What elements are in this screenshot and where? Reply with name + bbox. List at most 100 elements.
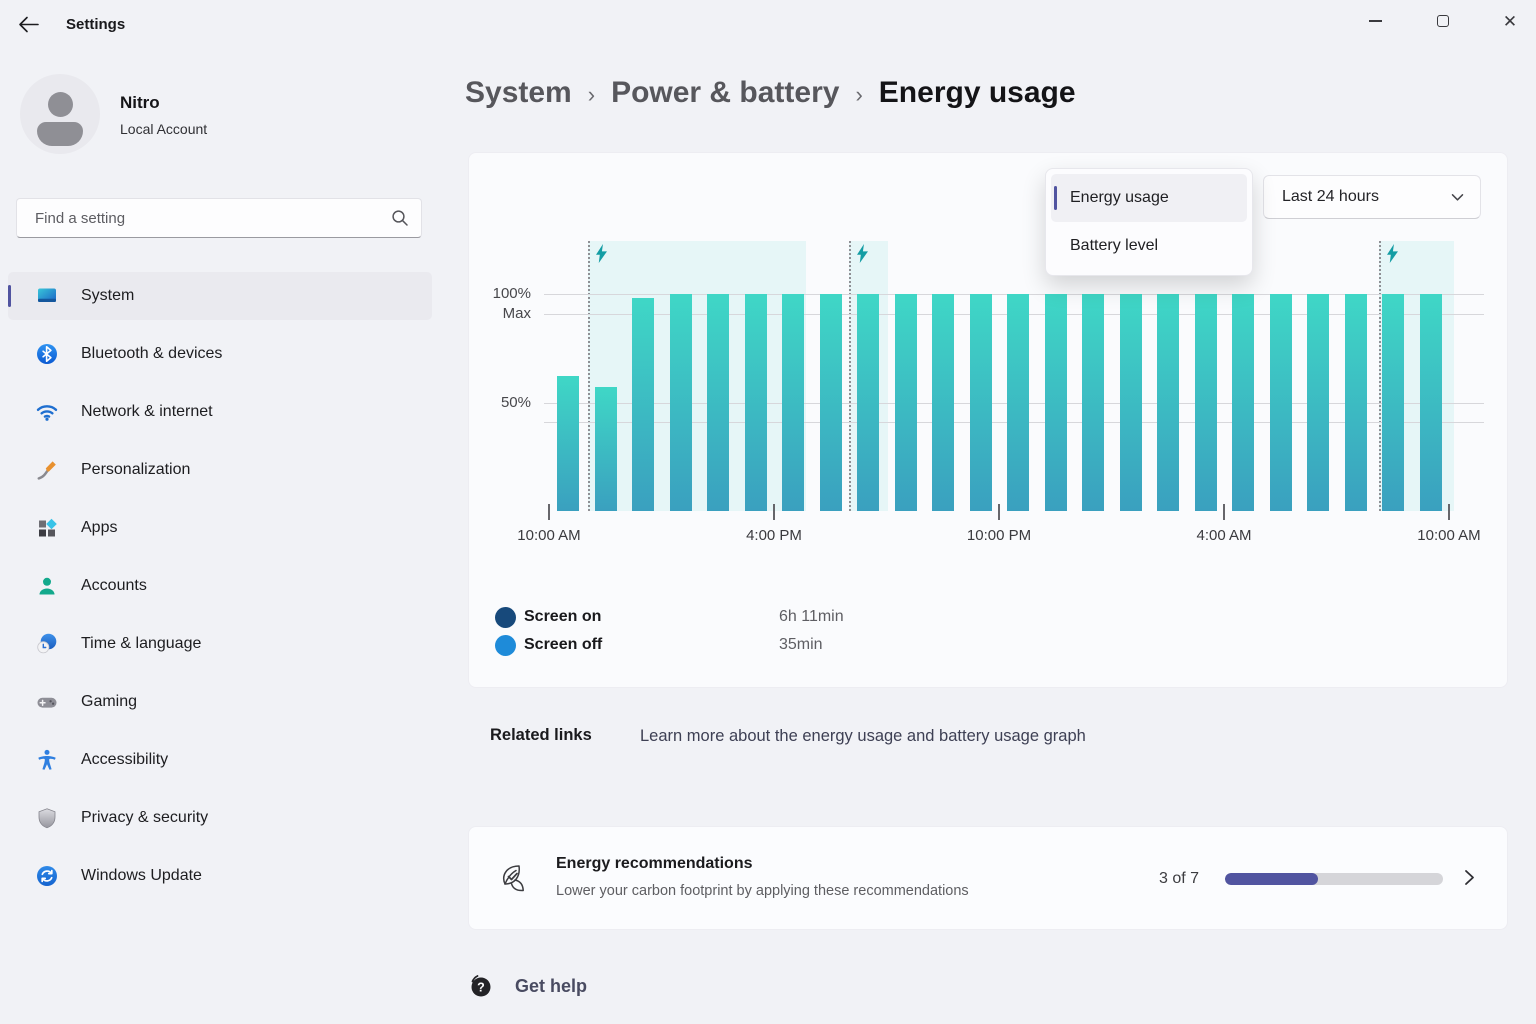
system-icon <box>35 284 59 308</box>
menu-item-label: Battery level <box>1070 237 1158 255</box>
progress-fill <box>1225 873 1318 885</box>
x-axis-label: 10:00 AM <box>517 527 580 544</box>
charging-period-zone <box>588 241 806 511</box>
sidebar-item-personalization[interactable]: Personalization <box>8 446 432 494</box>
energy-recommendations-card[interactable]: Energy recommendations Lower your carbon… <box>468 826 1508 930</box>
usage-bar <box>632 298 654 511</box>
search-input[interactable] <box>33 209 391 228</box>
recommendations-progress-label: 3 of 7 <box>1159 870 1207 888</box>
menu-item-battery-level[interactable]: Battery level <box>1051 222 1247 270</box>
charging-start-line <box>849 241 851 511</box>
legend-row: Screen on6h 11min <box>495 603 844 631</box>
app-title: Settings <box>66 16 125 33</box>
x-axis-tick <box>773 504 775 520</box>
charging-start-line <box>588 241 590 511</box>
legend-label: Screen off <box>524 636 779 654</box>
breadcrumb-system[interactable]: System <box>465 76 572 110</box>
usage-bar <box>1195 294 1217 511</box>
sidebar-item-accessibility[interactable]: Accessibility <box>8 736 432 784</box>
close-icon: ✕ <box>1503 13 1517 30</box>
leaf-check-icon <box>498 862 530 896</box>
svg-text:?: ? <box>477 981 485 995</box>
maximize-button[interactable] <box>1420 0 1466 42</box>
accessibility-icon <box>35 748 59 772</box>
legend-dot <box>495 607 516 628</box>
menu-item-energy-usage[interactable]: Energy usage <box>1051 174 1247 222</box>
user-name: Nitro <box>120 93 160 113</box>
sidebar-item-time-language[interactable]: Time & language <box>8 620 432 668</box>
x-axis-tick <box>1223 504 1225 520</box>
get-help-icon: ? <box>466 972 494 1000</box>
charging-bolt-icon <box>1386 244 1399 263</box>
close-button[interactable]: ✕ <box>1487 0 1533 42</box>
sidebar-item-windows-update[interactable]: Windows Update <box>8 852 432 900</box>
sidebar-item-label: Accounts <box>81 577 147 595</box>
user-account-type: Local Account <box>120 121 207 137</box>
personalization-icon <box>35 458 59 482</box>
sidebar-item-label: Bluetooth & devices <box>81 345 222 363</box>
back-arrow-icon <box>18 16 39 33</box>
usage-bar <box>895 294 917 511</box>
timeframe-dropdown[interactable]: Last 24 hours <box>1263 175 1481 219</box>
sidebar-item-privacy-security[interactable]: Privacy & security <box>8 794 432 842</box>
legend-value: 35min <box>779 636 823 654</box>
sidebar-item-apps[interactable]: Apps <box>8 504 432 552</box>
get-help-label: Get help <box>515 976 587 997</box>
usage-bar <box>707 294 729 511</box>
avatar[interactable] <box>20 74 100 154</box>
usage-bar <box>1120 294 1142 511</box>
network-icon <box>35 400 59 424</box>
usage-bar <box>782 294 804 511</box>
sidebar-item-bluetooth-devices[interactable]: Bluetooth & devices <box>8 330 432 378</box>
usage-bar <box>745 294 767 511</box>
minimize-button[interactable] <box>1352 0 1398 42</box>
time-language-icon <box>35 632 59 656</box>
sidebar-item-label: Time & language <box>81 635 201 653</box>
recommendations-title: Energy recommendations <box>556 855 753 873</box>
menu-item-label: Energy usage <box>1070 189 1169 207</box>
charging-start-line <box>1379 241 1381 511</box>
learn-more-link[interactable]: Learn more about the energy usage and ba… <box>640 727 1086 746</box>
sidebar-item-gaming[interactable]: Gaming <box>8 678 432 726</box>
breadcrumb-power-battery[interactable]: Power & battery <box>611 76 839 110</box>
back-button[interactable] <box>8 6 48 42</box>
active-indicator <box>8 285 11 307</box>
x-axis-label: 4:00 AM <box>1196 527 1251 544</box>
chevron-down-icon <box>1451 193 1464 202</box>
maximize-icon <box>1437 15 1449 27</box>
privacy-icon <box>35 806 59 830</box>
usage-bar <box>1157 294 1179 511</box>
get-help-link[interactable]: ? Get help <box>466 972 587 1000</box>
usage-bar <box>1345 294 1367 511</box>
usage-bar <box>595 387 617 511</box>
sidebar-item-network-internet[interactable]: Network & internet <box>8 388 432 436</box>
usage-bar <box>1007 294 1029 511</box>
legend-label: Screen on <box>524 608 779 626</box>
usage-bar <box>820 294 842 511</box>
avatar-person-icon <box>48 92 73 117</box>
bluetooth-icon <box>35 342 59 366</box>
usage-bar <box>670 294 692 511</box>
charging-bolt-icon <box>595 244 608 263</box>
sidebar-item-label: Apps <box>81 519 117 537</box>
search-box[interactable] <box>16 198 422 238</box>
chevron-right-icon[interactable] <box>1464 869 1475 886</box>
sidebar-item-accounts[interactable]: Accounts <box>8 562 432 610</box>
apps-icon <box>35 516 59 540</box>
usage-bar <box>1307 294 1329 511</box>
usage-bar <box>1232 294 1254 511</box>
x-axis-label: 10:00 PM <box>967 527 1031 544</box>
sidebar-item-system[interactable]: System <box>8 272 432 320</box>
usage-bar <box>932 294 954 511</box>
windows-update-icon <box>35 864 59 888</box>
usage-bar <box>970 294 992 511</box>
charging-bolt-icon <box>856 244 869 263</box>
recommendations-subtitle: Lower your carbon footprint by applying … <box>556 883 969 899</box>
chart-legend: Screen on6h 11minScreen off35min <box>495 603 844 659</box>
search-icon <box>391 209 409 227</box>
accounts-icon <box>35 574 59 598</box>
x-axis-label: 4:00 PM <box>746 527 802 544</box>
energy-usage-chart: 10:00 AM4:00 PM10:00 PM4:00 AM10:00 AM <box>544 241 1484 511</box>
settings-window: Settings ✕ Nitro Local Account System Blu… <box>0 0 1536 1024</box>
legend-value: 6h 11min <box>779 608 844 626</box>
